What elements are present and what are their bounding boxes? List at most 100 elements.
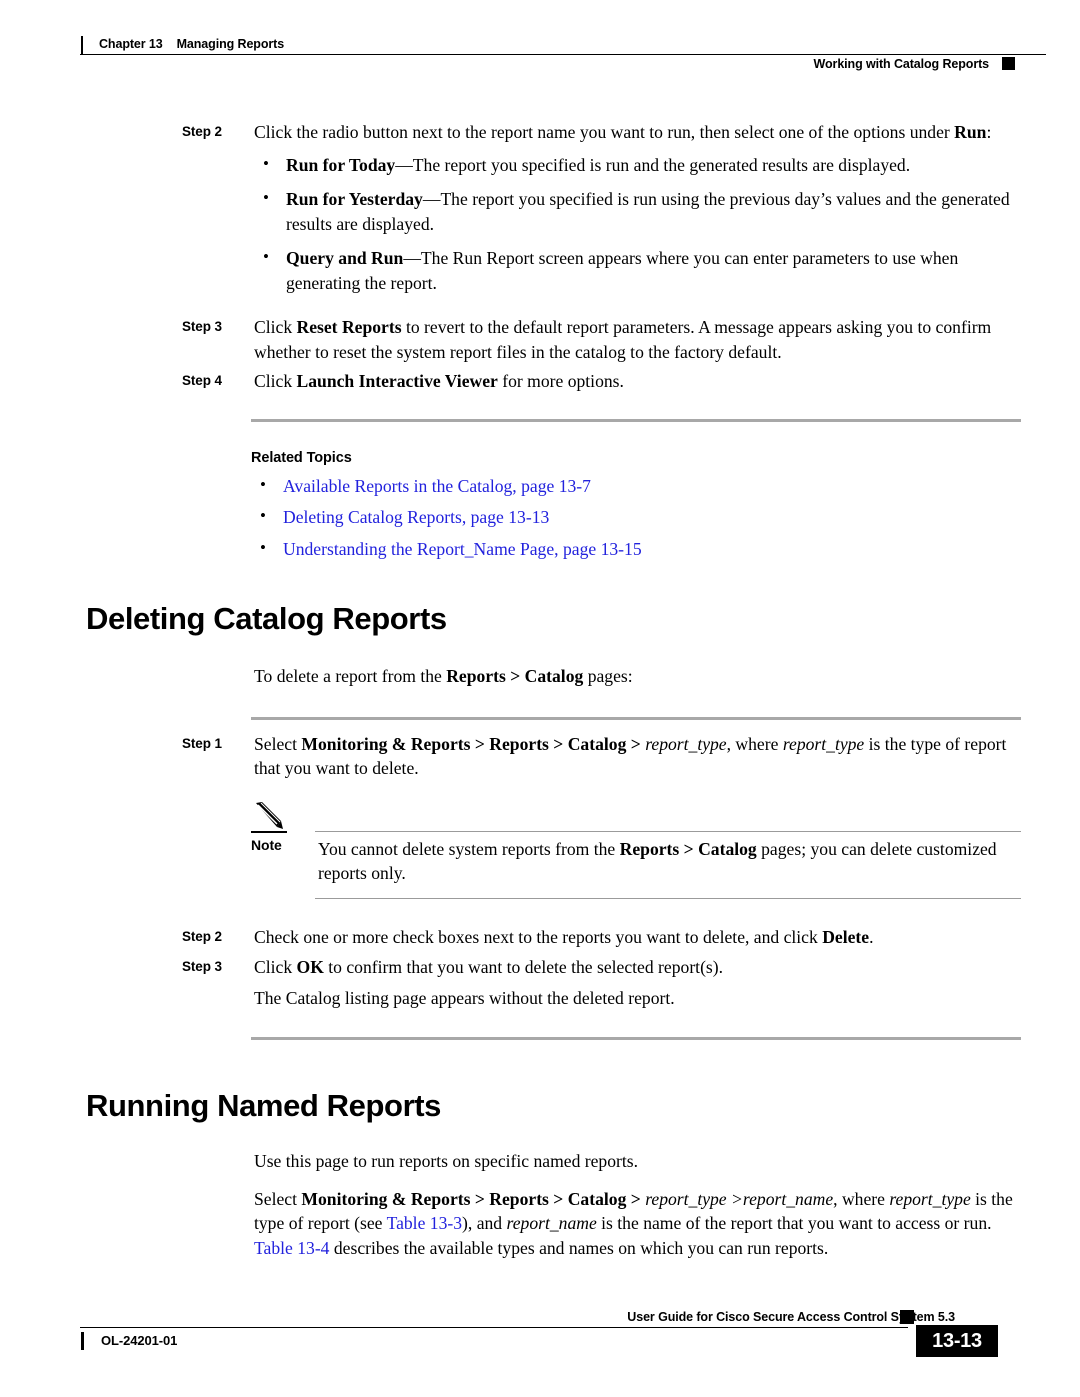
run-mid1: , where (833, 1188, 890, 1209)
step4-pre: Click (254, 371, 297, 391)
run-post: describes the available types and names … (329, 1237, 829, 1258)
header-left-tick (81, 36, 83, 54)
run-italic2: report_type (889, 1188, 971, 1209)
section-divider (251, 716, 1021, 720)
run-mid3: ), and (462, 1213, 507, 1233)
bullet-term: Run for Today (286, 154, 396, 175)
note-label: Note (251, 836, 282, 853)
step3-pre: Click (254, 317, 297, 337)
page-title: Running Named Reports (86, 1088, 442, 1123)
note-rule-top (315, 830, 1021, 832)
run-bold: Monitoring & Reports > Reports > Catalog… (301, 1188, 646, 1209)
step-label: Step 2 (182, 928, 222, 944)
bullet-term: Run for Yesterday (286, 189, 423, 209)
step-row: Step 4 Click Launch Interactive Viewer f… (0, 369, 1080, 394)
step3-bold: Reset Reports (296, 317, 402, 337)
table-13-3-link[interactable]: Table 13-3 (387, 1213, 462, 1233)
header-square-marker (1002, 57, 1015, 70)
step1-italic1: report_type (645, 733, 727, 754)
bullet-term: Query and Run (286, 248, 404, 268)
table-13-4-link[interactable]: Table 13-4 (254, 1238, 329, 1258)
note-pre: You cannot delete system reports from th… (318, 838, 620, 859)
step-row: Step 3 Click OK to confirm that you want… (0, 955, 1080, 980)
page-header: Chapter 13 Managing Reports Working with … (0, 0, 1080, 90)
step1-italic2: report_type (782, 733, 865, 754)
step-text: Click the radio button next to the repor… (254, 120, 1020, 305)
list-item: Run for Yesterday—The report you specifi… (254, 186, 1020, 236)
step4-bold: Launch Interactive Viewer (296, 371, 498, 391)
step2-text-bold: Run (954, 122, 987, 142)
header-rule (80, 54, 1046, 55)
run-italic1: report_type >report_name (645, 1188, 834, 1209)
breadcrumb: Chapter 13 Managing Reports (99, 37, 284, 51)
bullet-dash: — (395, 154, 413, 175)
running-head: Working with Catalog Reports (813, 57, 990, 71)
step2-text-pre: Click the radio button next to the repor… (254, 122, 955, 142)
step-label: Step 3 (182, 959, 222, 974)
bullet-dash: — (422, 189, 441, 209)
step1-pre: Select (254, 733, 302, 754)
step-text: Click Reset Reports to revert to the def… (254, 315, 1020, 364)
related-topic-link[interactable]: Deleting Catalog Reports, page 13-13 (283, 507, 549, 527)
run-pre: Select (254, 1188, 302, 1209)
del-step3-pre: Click (254, 957, 297, 977)
step-text: Select Monitoring & Reports > Reports > … (254, 732, 1020, 781)
step-row: Step 3 Click Reset Reports to revert to … (0, 315, 1080, 364)
chapter-number: Chapter 13 (99, 37, 163, 51)
list-item: Run for Today—The report you specified i… (254, 152, 1020, 178)
related-topic-link[interactable]: Understanding the Report_Name Page, page… (283, 539, 642, 559)
note-block: Note You cannot delete system reports fr… (251, 801, 1021, 909)
note-text: You cannot delete system reports from th… (318, 801, 1021, 886)
step2-text-post: : (986, 122, 992, 142)
intro-paragraph: Use this page to run reports on specific… (254, 1151, 639, 1171)
page-number: 13-13 (916, 1325, 998, 1357)
step-result-text: The Catalog listing page appears without… (254, 987, 675, 1008)
run-options-list: Run for Today—The report you specified i… (254, 152, 1020, 296)
del-step2-pre: Check one or more check boxes next to th… (254, 926, 823, 947)
del-step2-bold: Delete (822, 926, 870, 947)
list-item: Available Reports in the Catalog, page 1… (251, 473, 1080, 499)
footer-left-tick (81, 1332, 84, 1350)
step-label: Step 3 (182, 319, 222, 334)
step-row: Step 2 Check one or more check boxes nex… (0, 925, 1080, 950)
section-divider (251, 1037, 1021, 1040)
step4-post: for more options. (497, 371, 624, 391)
section-divider (251, 418, 1021, 422)
document-id: OL-24201-01 (101, 1333, 178, 1348)
footer-rule (80, 1327, 908, 1328)
step-row: Step 2 Click the radio button next to th… (0, 120, 1080, 305)
related-topics-list: Available Reports in the Catalog, page 1… (0, 473, 1080, 562)
footer-square-marker (900, 1310, 914, 1324)
step-label: Step 2 (182, 124, 222, 139)
del-step3-post: to confirm that you want to delete the s… (323, 957, 724, 977)
del-step3-bold: OK (296, 957, 324, 977)
intro-paragraph: To delete a report from the Reports > Ca… (254, 664, 1020, 689)
note-rule-bottom (315, 897, 1021, 899)
body-paragraph: Select Monitoring & Reports > Reports > … (254, 1187, 1020, 1261)
step-row: Step 1 Select Monitoring & Reports > Rep… (0, 732, 1080, 781)
intro-post: pages: (583, 666, 633, 686)
step1-mid: , where (726, 733, 783, 754)
intro-bold: Reports > Catalog (446, 666, 584, 686)
step1-bold: Monitoring & Reports > Reports > Catalog… (301, 733, 646, 754)
run-mid4: is the name of the report that you want … (596, 1213, 992, 1233)
run-italic3: report_name (506, 1213, 597, 1233)
note-icon-underline (251, 830, 287, 833)
bullet-desc: The report you specified is run and the … (412, 154, 911, 175)
step-text: Click OK to confirm that you want to del… (254, 955, 1020, 980)
step-text: Click Launch Interactive Viewer for more… (254, 369, 1020, 394)
list-item: Understanding the Report_Name Page, page… (251, 536, 1080, 562)
page-title: Deleting Catalog Reports (86, 601, 447, 636)
pencil-icon (256, 801, 283, 829)
note-bold: Reports > Catalog (619, 838, 757, 859)
step-text: Check one or more check boxes next to th… (254, 925, 1020, 950)
step-label: Step 4 (182, 373, 222, 388)
chapter-title: Managing Reports (176, 37, 285, 51)
list-item: Deleting Catalog Reports, page 13-13 (251, 504, 1080, 530)
del-step2-post: . (869, 926, 874, 947)
related-topics-heading: Related Topics (251, 449, 352, 466)
step-label: Step 1 (182, 735, 222, 751)
intro-pre: To delete a report from the (254, 666, 447, 686)
related-topic-link[interactable]: Available Reports in the Catalog, page 1… (283, 476, 591, 496)
list-item: Query and Run—The Run Report screen appe… (254, 245, 1020, 295)
